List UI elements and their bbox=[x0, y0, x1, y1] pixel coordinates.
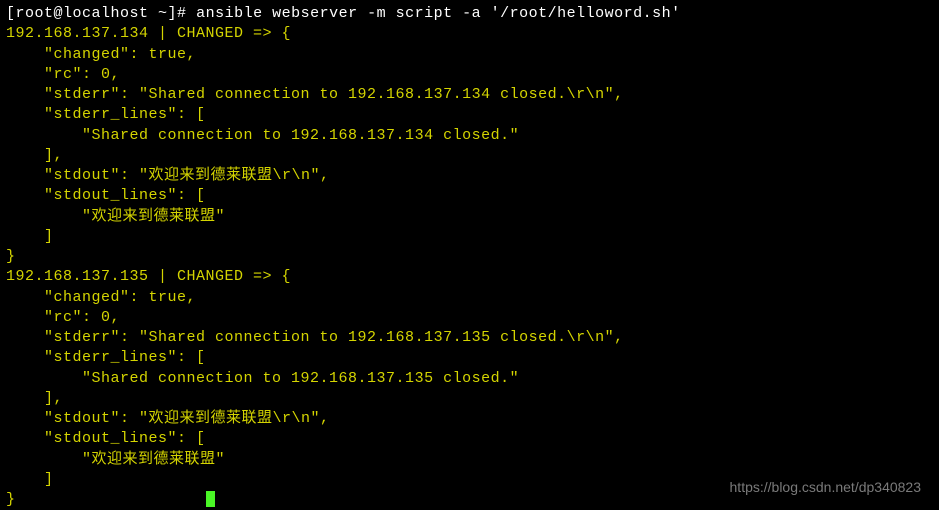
output-line: ], bbox=[6, 389, 933, 409]
prompt-line[interactable]: [root@localhost ~]# ansible webserver -m… bbox=[6, 4, 933, 24]
output-line: "stderr": "Shared connection to 192.168.… bbox=[6, 85, 933, 105]
output-line: "changed": true, bbox=[6, 45, 933, 65]
output-line: "rc": 0, bbox=[6, 308, 933, 328]
prompt-open-bracket: [ bbox=[6, 5, 16, 22]
output-line: "欢迎来到德莱联盟" bbox=[6, 207, 933, 227]
output-line: "Shared connection to 192.168.137.135 cl… bbox=[6, 369, 933, 389]
output-line: "欢迎来到德莱联盟" bbox=[6, 450, 933, 470]
output-line: } bbox=[6, 247, 933, 267]
output-line: ] bbox=[6, 227, 933, 247]
output-line: ], bbox=[6, 146, 933, 166]
output-line: "rc": 0, bbox=[6, 65, 933, 85]
output-line: "stdout": "欢迎来到德莱联盟\r\n", bbox=[6, 166, 933, 186]
output-line: "stdout_lines": [ bbox=[6, 429, 933, 449]
output-line: "stderr_lines": [ bbox=[6, 348, 933, 368]
output-line: "stdout_lines": [ bbox=[6, 186, 933, 206]
watermark-text: https://blog.csdn.net/dp340823 bbox=[730, 478, 921, 497]
output-line: "Shared connection to 192.168.137.134 cl… bbox=[6, 126, 933, 146]
cursor-icon bbox=[206, 491, 215, 507]
output-line: "stderr": "Shared connection to 192.168.… bbox=[6, 328, 933, 348]
output-line: "stderr_lines": [ bbox=[6, 105, 933, 125]
command-text: ansible webserver -m script -a '/root/he… bbox=[187, 5, 681, 22]
host-header: 192.168.137.134 | CHANGED => { bbox=[6, 24, 933, 44]
output-line: "stdout": "欢迎来到德莱联盟\r\n", bbox=[6, 409, 933, 429]
prompt-close-bracket: ]# bbox=[168, 5, 187, 22]
prompt-user-host: root@localhost ~ bbox=[16, 5, 168, 22]
output-line: "changed": true, bbox=[6, 288, 933, 308]
host-header: 192.168.137.135 | CHANGED => { bbox=[6, 267, 933, 287]
